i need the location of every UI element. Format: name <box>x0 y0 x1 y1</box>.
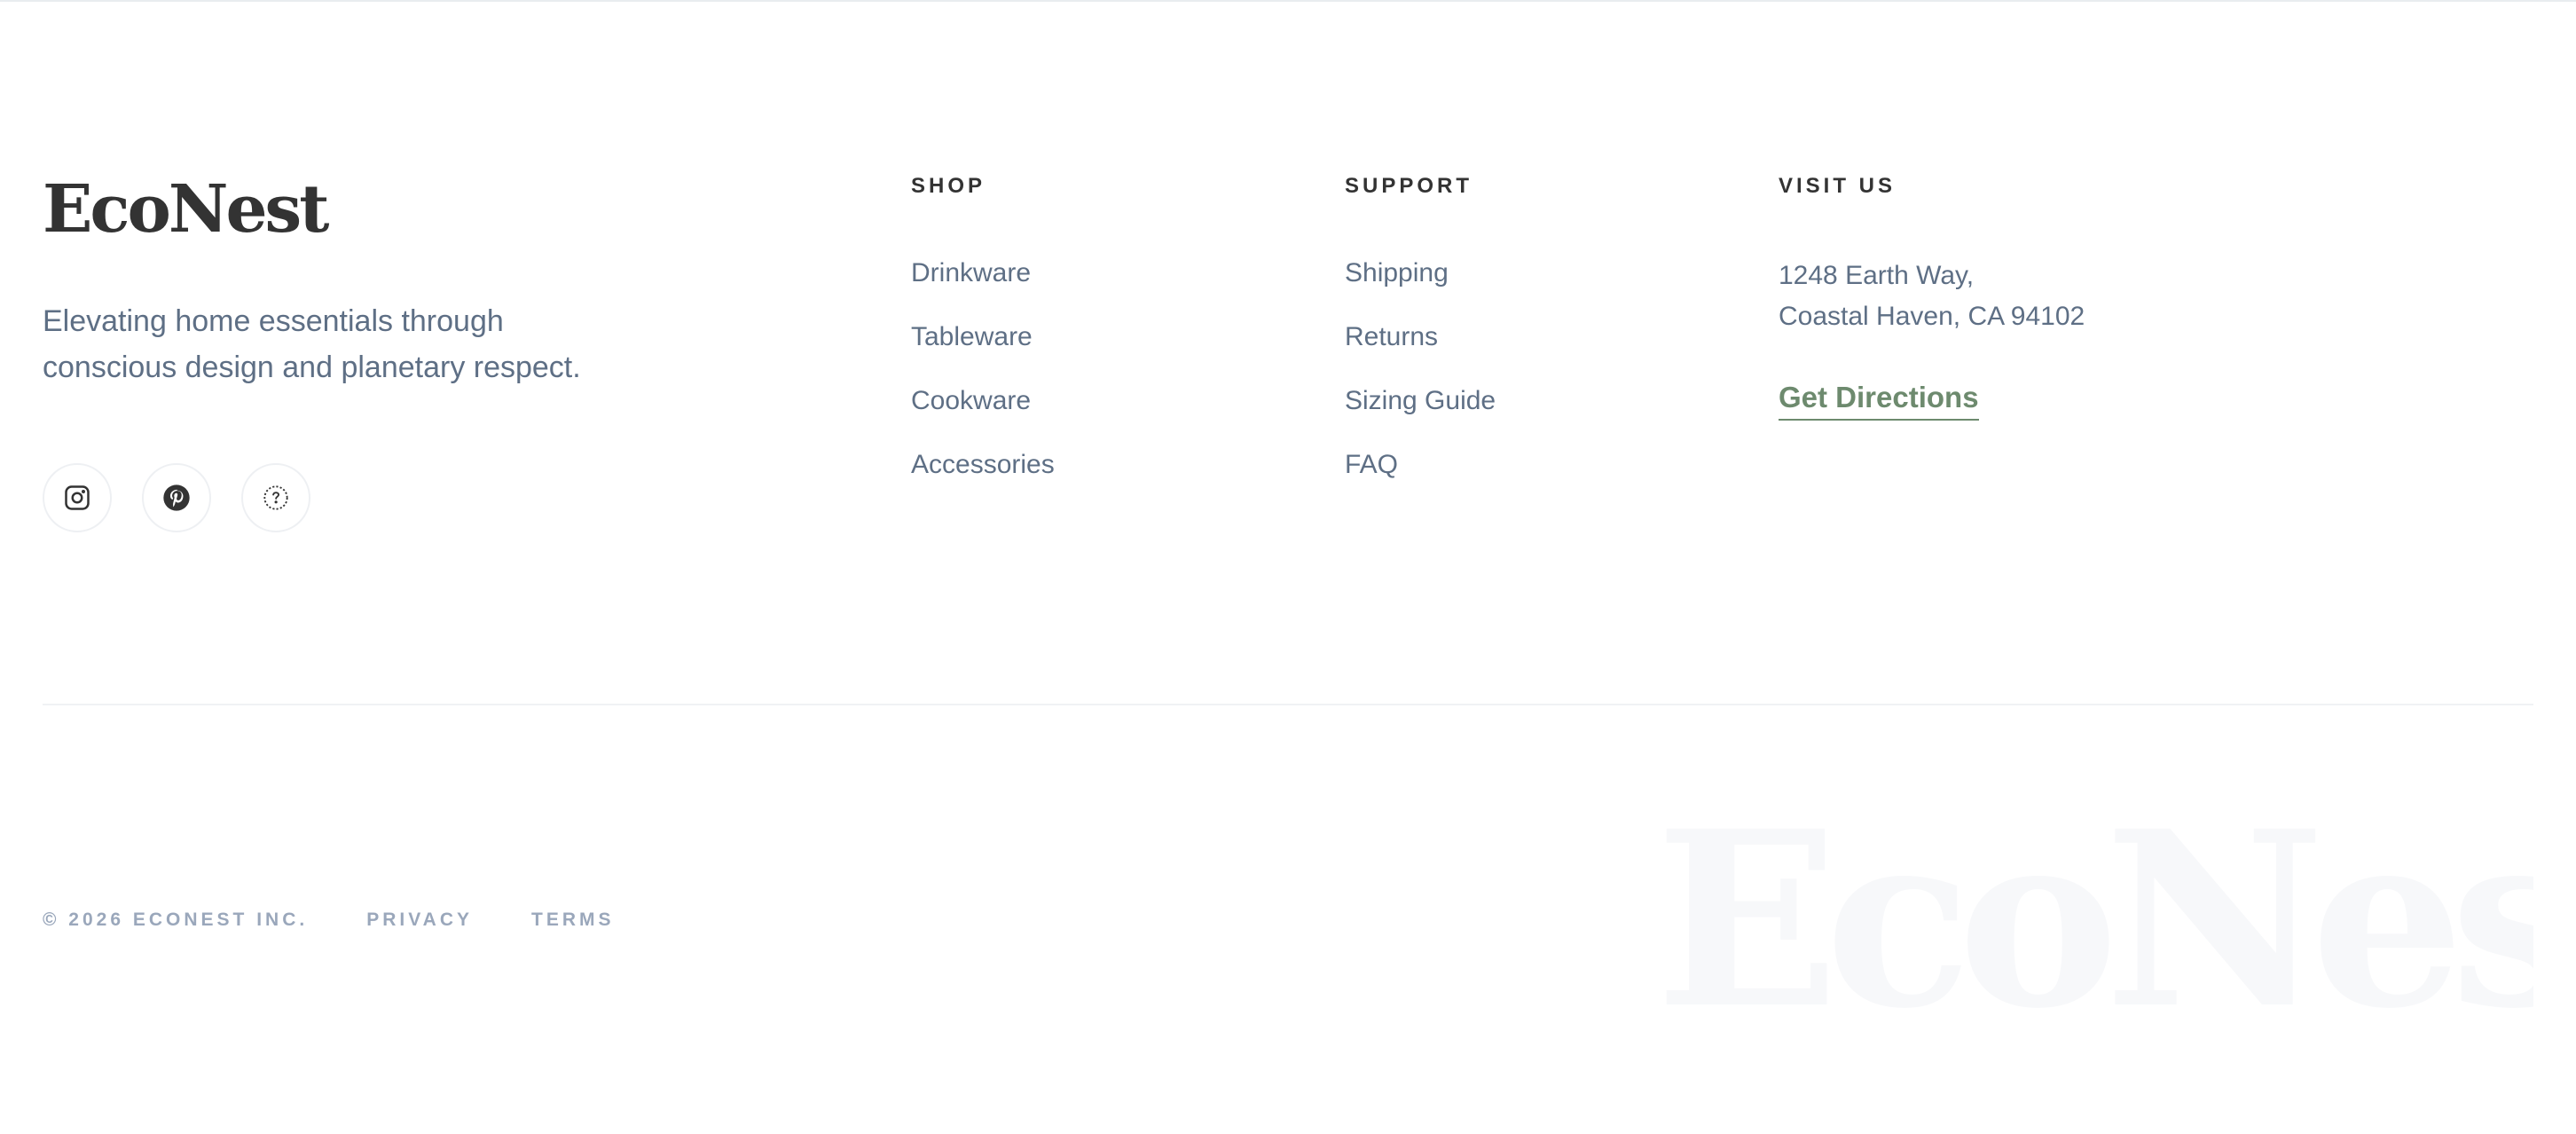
pinterest-icon <box>163 484 190 511</box>
support-column: SUPPORT Shipping Returns Sizing Guide FA… <box>1345 172 1496 511</box>
instagram-button[interactable] <box>43 463 112 532</box>
visit-column: VISIT US 1248 Earth Way, Coastal Haven, … <box>1779 172 2085 421</box>
support-link-shipping[interactable]: Shipping <box>1345 256 1496 291</box>
shop-link-drinkware[interactable]: Drinkware <box>911 256 1055 291</box>
brand-tagline: Elevating home essentials through consci… <box>43 298 646 390</box>
shop-link-tableware[interactable]: Tableware <box>911 319 1055 355</box>
get-directions-link[interactable]: Get Directions <box>1779 380 1979 421</box>
shop-column: SHOP Drinkware Tableware Cookware Access… <box>911 172 1055 511</box>
store-address: 1248 Earth Way, Coastal Haven, CA 94102 <box>1779 256 2085 337</box>
support-link-returns[interactable]: Returns <box>1345 319 1496 355</box>
support-link-faq[interactable]: FAQ <box>1345 447 1496 483</box>
support-heading: SUPPORT <box>1345 174 1473 198</box>
address-line-2: Coastal Haven, CA 94102 <box>1779 302 2085 331</box>
pinterest-button[interactable] <box>142 463 211 532</box>
shop-heading: SHOP <box>911 174 986 198</box>
top-divider <box>0 0 2576 2</box>
legal-bar: © 2026 ECONEST INC. PRIVACY TERMS <box>43 907 615 933</box>
tagline-line-1: Elevating home essentials through <box>43 304 504 338</box>
address-line-1: 1248 Earth Way, <box>1779 261 1975 290</box>
instagram-icon <box>65 485 90 510</box>
dotted-circle-icon <box>263 485 288 510</box>
privacy-link[interactable]: PRIVACY <box>366 907 473 933</box>
social-links <box>43 463 310 532</box>
brand-logo[interactable]: EcoNest <box>43 165 329 254</box>
visit-heading: VISIT US <box>1779 174 1897 198</box>
terms-link[interactable]: TERMS <box>531 907 615 933</box>
shop-links: Drinkware Tableware Cookware Accessories <box>911 256 1055 483</box>
tagline-line-2: conscious design and planetary respect. <box>43 350 581 384</box>
shop-link-accessories[interactable]: Accessories <box>911 447 1055 483</box>
shop-link-cookware[interactable]: Cookware <box>911 383 1055 419</box>
copyright-text: © 2026 ECONEST INC. <box>43 910 309 930</box>
other-social-button[interactable] <box>241 463 310 532</box>
support-links: Shipping Returns Sizing Guide FAQ <box>1345 256 1496 483</box>
brand-watermark: EcoNest <box>1655 788 2533 1054</box>
footer-divider <box>43 704 2533 705</box>
support-link-sizing-guide[interactable]: Sizing Guide <box>1345 383 1496 419</box>
